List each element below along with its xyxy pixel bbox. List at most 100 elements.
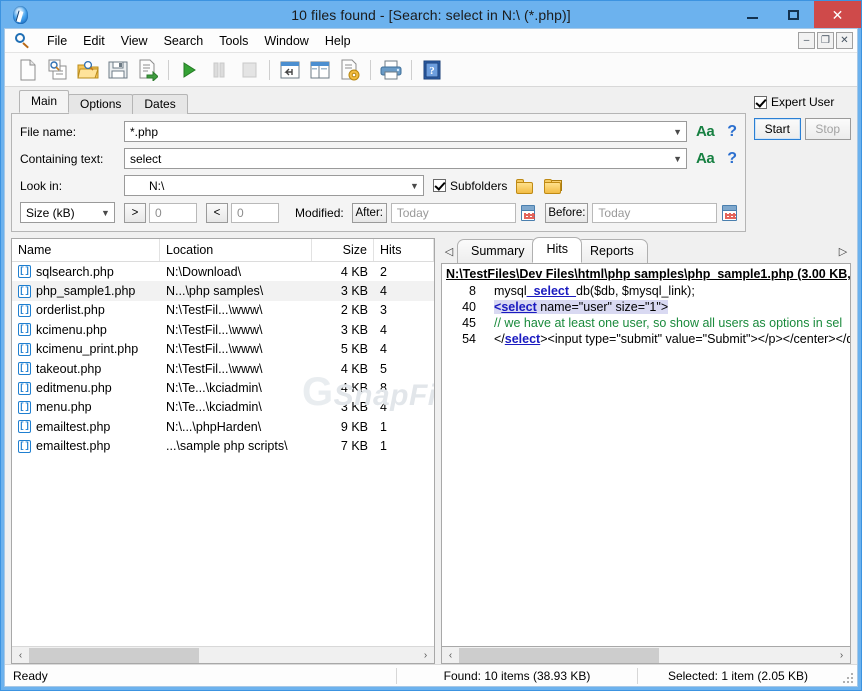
pause-icon[interactable] (204, 56, 234, 84)
scroll-right-button[interactable]: › (417, 648, 434, 663)
column-header-name[interactable]: Name (12, 239, 160, 261)
chevron-down-icon[interactable]: ▼ (669, 149, 686, 168)
subfolders-checkbox[interactable]: Subfolders (433, 179, 507, 193)
size-greater-input[interactable]: 0 (149, 203, 197, 223)
calendar-icon[interactable] (521, 205, 536, 221)
cell-size: 5 KB (341, 342, 368, 356)
column-header-location[interactable]: Location (160, 239, 312, 261)
open-search-icon[interactable] (43, 56, 73, 84)
minimize-button[interactable] (732, 1, 773, 28)
table-row[interactable]: []orderlist.phpN:\TestFil...\www\2 KB3 (12, 301, 434, 320)
containing-text-input[interactable]: select ▼ (124, 148, 687, 169)
filename-input[interactable]: *.php ▼ (124, 121, 687, 142)
open-folder-icon[interactable] (73, 56, 103, 84)
toolbar: ? (5, 53, 857, 87)
before-button[interactable]: Before: (545, 203, 588, 223)
calendar-icon[interactable] (722, 205, 737, 221)
chevron-down-icon[interactable]: ▼ (97, 203, 114, 222)
tab-reports[interactable]: Reports (576, 239, 648, 263)
column-header-size[interactable]: Size (312, 239, 374, 261)
hit-line[interactable]: 45// we have at least one user, so show … (442, 315, 850, 331)
table-row[interactable]: []php_sample1.phpN...\php samples\3 KB4 (12, 281, 434, 300)
close-button[interactable]: ✕ (814, 1, 861, 28)
column-header-hits[interactable]: Hits (374, 239, 434, 261)
table-row[interactable]: []emailtest.php...\sample php scripts\7 … (12, 437, 434, 456)
save-icon[interactable] (103, 56, 133, 84)
table-row[interactable]: []kcimenu.phpN:\TestFil...\www\3 KB4 (12, 320, 434, 339)
scroll-right-button[interactable]: › (833, 648, 850, 663)
properties-icon[interactable] (335, 56, 365, 84)
stop-button[interactable]: Stop (805, 118, 852, 140)
table-row[interactable]: []menu.phpN:\Te...\kciadmin\3 KB4 (12, 398, 434, 417)
mdi-close-button[interactable]: ✕ (836, 32, 853, 49)
table-row[interactable]: []kcimenu_print.phpN:\TestFil...\www\5 K… (12, 340, 434, 359)
tabs-scroll-right-icon[interactable]: ▷ (835, 239, 851, 263)
tab-dates[interactable]: Dates (132, 94, 187, 114)
cell-name: php_sample1.php (36, 284, 135, 298)
menu-help[interactable]: Help (317, 31, 359, 51)
after-button[interactable]: After: (352, 203, 387, 223)
match-case-icon[interactable]: Aa (696, 123, 714, 140)
cell-hits: 2 (380, 265, 387, 279)
start-button[interactable]: Start (754, 118, 801, 140)
tab-options[interactable]: Options (68, 94, 133, 114)
panel-layout-icon[interactable] (275, 56, 305, 84)
before-date-input[interactable]: Today (592, 203, 717, 223)
hit-line[interactable]: 8mysql_select_db($db, $mysql_link); (442, 283, 850, 299)
chevron-down-icon[interactable]: ▼ (669, 122, 686, 141)
tab-hits[interactable]: Hits (532, 237, 582, 263)
hit-line[interactable]: 54</select><input type="submit" value="S… (442, 331, 850, 347)
expert-user-checkbox[interactable]: Expert User (754, 95, 851, 109)
multi-folder-icon[interactable] (544, 178, 563, 194)
tab-main[interactable]: Main (19, 90, 69, 113)
folder-icon[interactable] (516, 178, 535, 194)
menu-view[interactable]: View (113, 31, 156, 51)
hscroll-thumb[interactable] (29, 648, 199, 663)
maximize-button[interactable] (773, 1, 814, 28)
chevron-down-icon[interactable]: ▼ (406, 176, 423, 195)
tab-summary[interactable]: Summary (457, 239, 538, 263)
hscroll-thumb[interactable] (459, 648, 659, 663)
size-unit-select[interactable]: Size (kB) ▼ (20, 202, 115, 223)
export-icon[interactable] (133, 56, 163, 84)
new-search-icon[interactable] (13, 56, 43, 84)
cell-size: 2 KB (341, 303, 368, 317)
hscroll-track[interactable] (459, 648, 833, 663)
mdi-minimize-button[interactable]: – (798, 32, 815, 49)
scroll-left-button[interactable]: ‹ (442, 648, 459, 663)
php-file-icon: [] (18, 304, 31, 317)
file-list-hscrollbar[interactable]: ‹ › (12, 646, 434, 663)
hits-hscrollbar[interactable]: ‹ › (441, 647, 851, 664)
hscroll-track[interactable] (29, 648, 417, 663)
file-list-body[interactable]: []sqlsearch.phpN:\Download\4 KB2[]php_sa… (12, 262, 434, 646)
menu-edit[interactable]: Edit (75, 31, 113, 51)
table-row[interactable]: []sqlsearch.phpN:\Download\4 KB2 (12, 262, 434, 281)
mdi-restore-button[interactable]: ❐ (817, 32, 834, 49)
match-case-icon[interactable]: Aa (696, 150, 714, 167)
containing-help-icon[interactable]: ? (727, 150, 737, 168)
scroll-left-button[interactable]: ‹ (12, 648, 29, 663)
help-book-icon[interactable]: ? (417, 56, 447, 84)
after-date-input[interactable]: Today (391, 203, 516, 223)
menu-file[interactable]: File (39, 31, 75, 51)
menu-tools[interactable]: Tools (211, 31, 256, 51)
menu-search[interactable]: Search (156, 31, 212, 51)
hits-content[interactable]: N:\TestFiles\Dev Files\html\php samples\… (441, 264, 851, 647)
hit-file-header[interactable]: N:\TestFiles\Dev Files\html\php samples\… (442, 266, 850, 283)
table-row[interactable]: []editmenu.phpN:\Te...\kciadmin\4 KB8 (12, 378, 434, 397)
menu-window[interactable]: Window (256, 31, 316, 51)
resize-grip-icon[interactable] (838, 668, 854, 684)
table-row[interactable]: []takeout.phpN:\TestFil...\www\4 KB5 (12, 359, 434, 378)
split-view-icon[interactable] (305, 56, 335, 84)
stop-icon[interactable] (234, 56, 264, 84)
print-icon[interactable] (376, 56, 406, 84)
size-less-input[interactable]: 0 (231, 203, 279, 223)
start-icon[interactable] (174, 56, 204, 84)
size-greater-button[interactable]: > (124, 203, 146, 223)
tabs-scroll-left-icon[interactable]: ◁ (441, 239, 457, 263)
filename-help-icon[interactable]: ? (727, 123, 737, 141)
lookin-input[interactable]: N:\ ▼ (124, 175, 424, 196)
hit-line[interactable]: 40<select name="user" size="1"> (442, 299, 850, 315)
table-row[interactable]: []emailtest.phpN:\...\phpHarden\9 KB1 (12, 417, 434, 436)
size-less-button[interactable]: < (206, 203, 228, 223)
